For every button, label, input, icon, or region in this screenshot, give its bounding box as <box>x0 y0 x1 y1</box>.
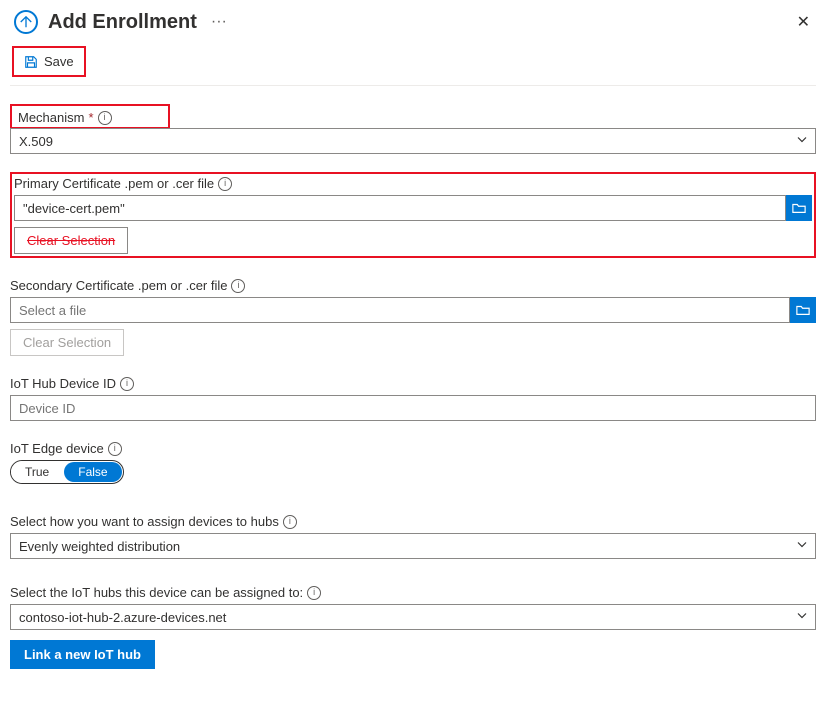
info-icon[interactable]: i <box>98 111 112 125</box>
clear-primary-button[interactable]: Clear Selection <box>14 227 128 254</box>
info-icon[interactable]: i <box>283 515 297 529</box>
primary-cert-label: Primary Certificate .pem or .cer file <box>14 176 214 191</box>
info-icon[interactable]: i <box>218 177 232 191</box>
info-icon[interactable]: i <box>108 442 122 456</box>
enrollment-icon <box>14 10 38 34</box>
required-indicator: * <box>88 110 93 125</box>
hubs-select[interactable]: contoso-iot-hub-2.azure-devices.net <box>10 604 816 630</box>
save-button[interactable]: Save <box>14 48 84 75</box>
clear-secondary-button: Clear Selection <box>10 329 124 356</box>
secondary-cert-label: Secondary Certificate .pem or .cer file <box>10 278 227 293</box>
hubs-label: Select the IoT hubs this device can be a… <box>10 585 303 600</box>
info-icon[interactable]: i <box>120 377 134 391</box>
mechanism-select[interactable]: X.509 <box>10 128 816 154</box>
save-label: Save <box>44 54 74 69</box>
edge-device-toggle[interactable]: True False <box>10 460 124 484</box>
toggle-true[interactable]: True <box>11 461 63 483</box>
toolbar: Save <box>10 46 816 86</box>
browse-button[interactable] <box>786 195 812 221</box>
secondary-cert-input[interactable] <box>10 297 790 323</box>
edge-device-label: IoT Edge device <box>10 441 104 456</box>
mechanism-label: Mechanism <box>18 110 84 125</box>
assign-select[interactable]: Evenly weighted distribution <box>10 533 816 559</box>
more-icon[interactable]: ··· <box>207 13 227 31</box>
device-id-input[interactable] <box>10 395 816 421</box>
assign-label: Select how you want to assign devices to… <box>10 514 279 529</box>
info-icon[interactable]: i <box>307 586 321 600</box>
save-icon <box>24 55 38 69</box>
close-button[interactable]: ✕ <box>797 12 816 32</box>
panel-title: Add Enrollment <box>48 11 197 34</box>
info-icon[interactable]: i <box>231 279 245 293</box>
browse-button[interactable] <box>790 297 816 323</box>
panel-header: Add Enrollment ··· ✕ <box>10 10 816 34</box>
toggle-false[interactable]: False <box>64 462 121 482</box>
device-id-label: IoT Hub Device ID <box>10 376 116 391</box>
primary-cert-input[interactable] <box>14 195 786 221</box>
link-hub-button[interactable]: Link a new IoT hub <box>10 640 155 669</box>
